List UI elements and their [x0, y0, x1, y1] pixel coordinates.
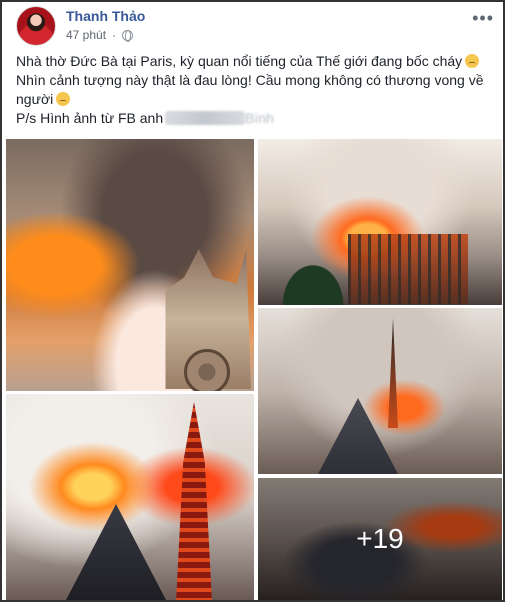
burning-spire	[176, 402, 212, 600]
separator: ·	[112, 28, 117, 42]
ellipsis-icon[interactable]: •••	[472, 8, 494, 29]
photo-3[interactable]	[258, 308, 502, 474]
blurred-name	[165, 111, 246, 125]
scaffolding-fire	[348, 234, 468, 304]
avatar[interactable]	[16, 6, 56, 46]
text-line-3: P/s Hình ảnh từ FB anh Bình	[16, 109, 494, 128]
photo-4[interactable]	[6, 394, 254, 600]
photo-5[interactable]: +19	[258, 478, 502, 600]
roof	[318, 398, 398, 474]
timestamp[interactable]: 47 phút	[66, 28, 106, 42]
text-line-2: Nhìn cảnh tượng này thật là đau lòng! Cầ…	[16, 71, 494, 109]
disappointed-face-icon	[465, 54, 480, 68]
author-name[interactable]: Thanh Thảo	[66, 8, 145, 24]
text-line-3-suffix: Bình	[245, 110, 274, 126]
more-photos-overlay[interactable]: +19	[258, 478, 502, 600]
dome	[66, 504, 166, 600]
rose-window	[184, 349, 230, 391]
post-header: Thanh Thảo 47 phút · •••	[16, 6, 496, 46]
text-line-2-content: Nhìn cảnh tượng này thật là đau lòng! Cầ…	[16, 72, 484, 107]
text-line-1-content: Nhà thờ Đức Bà tại Paris, kỳ quan nổi ti…	[16, 53, 463, 69]
post-text: Nhà thờ Đức Bà tại Paris, kỳ quan nổi ti…	[16, 52, 494, 128]
post-meta: 47 phút ·	[66, 28, 134, 42]
trees	[278, 259, 348, 305]
disappointed-face-icon	[56, 92, 71, 106]
text-line-3-content: P/s Hình ảnh từ FB anh	[16, 110, 164, 126]
more-photos-count: +19	[356, 523, 404, 554]
photo-2[interactable]	[258, 139, 502, 305]
photo-1[interactable]	[6, 139, 254, 391]
text-line-1: Nhà thờ Đức Bà tại Paris, kỳ quan nổi ti…	[16, 52, 494, 71]
spire	[388, 318, 398, 428]
globe-icon[interactable]	[122, 29, 134, 42]
post-card: Thanh Thảo 47 phút · ••• Nhà thờ Đức Bà …	[0, 0, 505, 602]
